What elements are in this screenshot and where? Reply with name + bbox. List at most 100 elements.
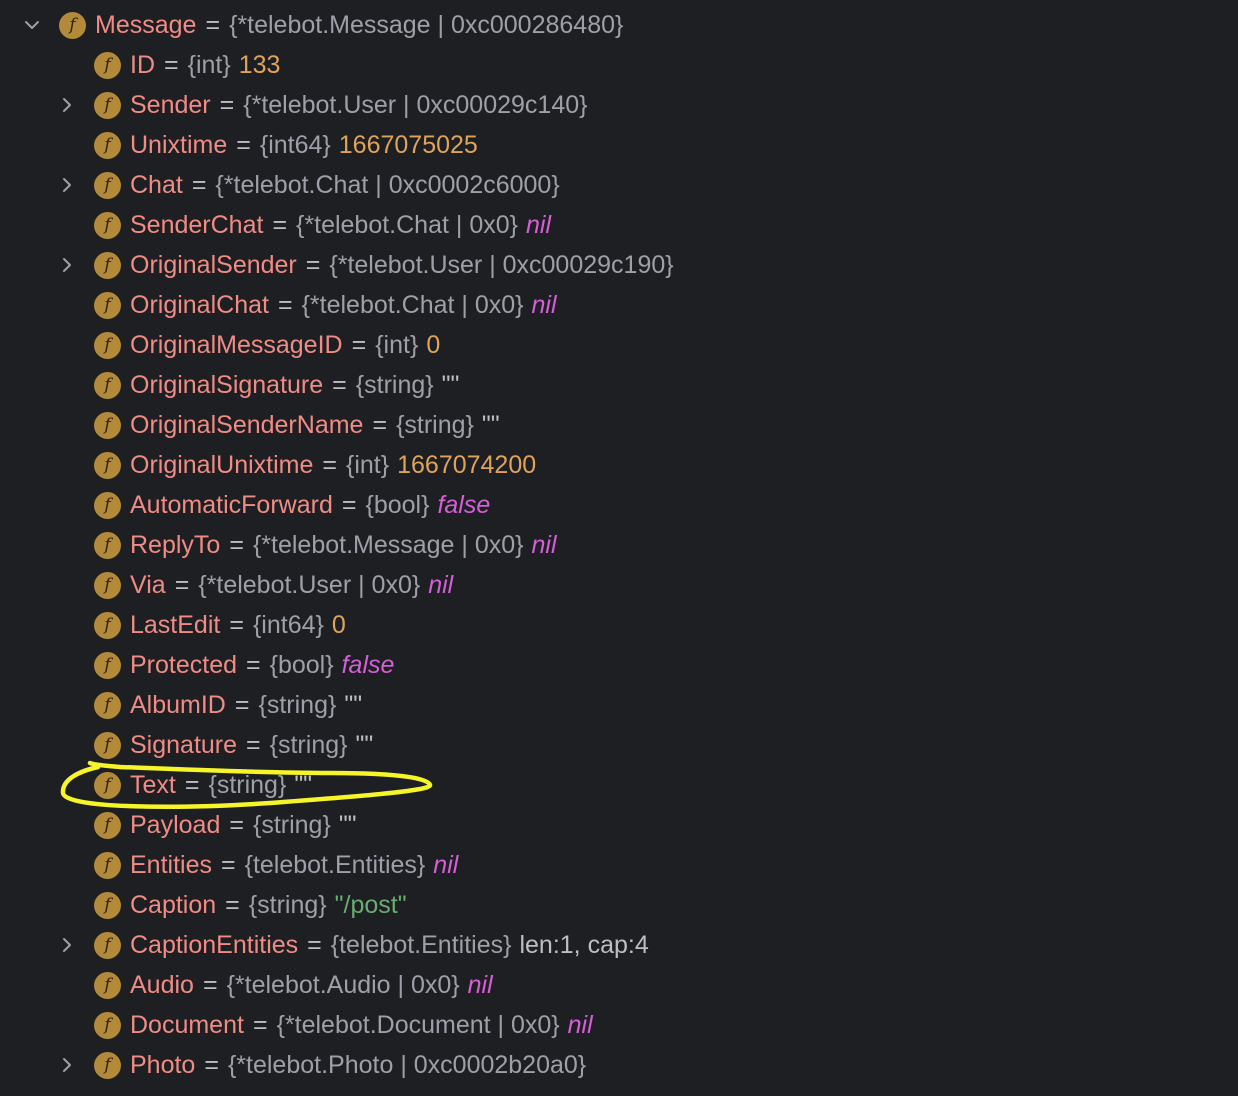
field-value: len:1, cap:4 — [519, 930, 649, 959]
field-name: Text — [130, 770, 176, 799]
field-icon: f — [94, 851, 121, 879]
field-type: {string} — [248, 890, 327, 919]
tree-row-via[interactable]: f Via = {*telebot.User | 0x0} nil — [0, 565, 1238, 605]
equals-sign: = — [305, 250, 321, 279]
equals-sign: = — [246, 730, 261, 759]
field-type: {string} — [258, 690, 337, 719]
field-icon: f — [94, 451, 121, 479]
equals-sign: = — [225, 890, 240, 919]
tree-row-captionentities[interactable]: f CaptionEntities = {telebot.Entities} len:1… — [0, 925, 1238, 965]
field-name: Entities — [130, 850, 212, 879]
tree-row-senderchat[interactable]: f SenderChat = {*telebot.Chat | 0x0} nil — [0, 205, 1238, 245]
equals-sign: = — [277, 290, 293, 319]
tree-row-id[interactable]: f ID = {int} 133 — [0, 45, 1238, 85]
tree-row-originalsignature[interactable]: f OriginalSignature = {string} "" — [0, 365, 1238, 405]
field-icon: f — [94, 411, 121, 439]
field-value: false — [341, 650, 395, 679]
field-value: "" — [338, 810, 357, 839]
chevron-down-icon[interactable] — [20, 13, 44, 37]
field-name: OriginalChat — [130, 290, 269, 319]
equals-sign: = — [246, 650, 261, 679]
tree-row-originalunixtime[interactable]: f OriginalUnixtime = {int} 1667074200 — [0, 445, 1238, 485]
field-icon: f — [94, 91, 121, 119]
field-name: Audio — [130, 970, 194, 999]
field-value: nil — [467, 970, 493, 999]
tree-row-payload[interactable]: f Payload = {string} "" — [0, 805, 1238, 845]
field-value: 133 — [238, 50, 281, 79]
equals-sign: = — [272, 210, 288, 239]
field-value: nil — [531, 530, 557, 559]
field-type: {*telebot.Message | 0xc000286480} — [229, 10, 624, 39]
field-icon: f — [94, 651, 121, 679]
equals-sign: = — [252, 1010, 268, 1039]
equals-sign: = — [164, 50, 179, 79]
equals-sign: = — [229, 610, 244, 639]
field-value: nil — [531, 290, 557, 319]
field-value: "" — [344, 690, 363, 719]
tree-row-caption[interactable]: f Caption = {string} "/post" — [0, 885, 1238, 925]
tree-row-root[interactable]: f Message = {*telebot.Message | 0xc00028… — [0, 5, 1238, 45]
field-name: Unixtime — [130, 130, 228, 159]
field-name: Document — [130, 1010, 244, 1039]
tree-row-sender[interactable]: f Sender = {*telebot.User | 0xc00029c140} — [0, 85, 1238, 125]
field-icon: f — [94, 731, 121, 759]
field-name: OriginalUnixtime — [130, 450, 314, 479]
field-type: {int} — [346, 450, 390, 479]
tree-row-protected[interactable]: f Protected = {bool} false — [0, 645, 1238, 685]
field-value: 0 — [331, 610, 346, 639]
field-name: Chat — [130, 170, 183, 199]
field-value: nil — [525, 210, 551, 239]
field-type: {*telebot.User | 0xc00029c140} — [243, 90, 588, 119]
field-icon: f — [94, 371, 121, 399]
tree-row-lastedit[interactable]: f LastEdit = {int64} 0 — [0, 605, 1238, 645]
equals-sign: = — [191, 170, 207, 199]
field-icon: f — [94, 331, 121, 359]
field-name: CaptionEntities — [130, 930, 299, 959]
chevron-right-icon[interactable] — [55, 1053, 79, 1077]
equals-sign: = — [351, 330, 367, 359]
tree-row-originalmessageid[interactable]: f OriginalMessageID = {int} 0 — [0, 325, 1238, 365]
tree-row-chat[interactable]: f Chat = {*telebot.Chat | 0xc0002c6000} — [0, 165, 1238, 205]
field-icon: f — [94, 1051, 121, 1079]
tree-row-text[interactable]: f Text = {string} "" — [0, 765, 1238, 805]
equals-sign: = — [322, 450, 337, 479]
tree-row-document[interactable]: f Document = {*telebot.Document | 0x0} nil — [0, 1005, 1238, 1045]
chevron-right-icon[interactable] — [55, 933, 79, 957]
field-value: 1667074200 — [397, 450, 537, 479]
field-icon: f — [94, 571, 121, 599]
field-type: {int} — [375, 330, 419, 359]
tree-row-automaticforward[interactable]: f AutomaticForward = {bool} false — [0, 485, 1238, 525]
tree-row-originalsender[interactable]: f OriginalSender = {*telebot.User | 0xc0002… — [0, 245, 1238, 285]
field-type: {string} — [396, 410, 474, 439]
tree-row-signature[interactable]: f Signature = {string} "" — [0, 725, 1238, 765]
field-type: {int64} — [259, 130, 331, 159]
chevron-right-icon[interactable] — [55, 93, 79, 117]
tree-row-originalchat[interactable]: f OriginalChat = {*telebot.Chat | 0x0} nil — [0, 285, 1238, 325]
tree-row-audio[interactable]: f Audio = {*telebot.Audio | 0x0} nil — [0, 965, 1238, 1005]
field-type: {*telebot.User | 0xc00029c190} — [329, 250, 674, 279]
field-type: {*telebot.Photo | 0xc0002b20a0} — [227, 1050, 587, 1079]
tree-row-albumid[interactable]: f AlbumID = {string} "" — [0, 685, 1238, 725]
tree-row-originalsendername[interactable]: f OriginalSenderName = {string} "" — [0, 405, 1238, 445]
field-value: nil — [567, 1010, 593, 1039]
field-name: OriginalSender — [130, 250, 297, 279]
field-value: "" — [355, 730, 374, 759]
field-icon: f — [94, 1011, 121, 1039]
field-name: AlbumID — [130, 690, 226, 719]
field-icon: f — [94, 971, 121, 999]
chevron-right-icon[interactable] — [55, 173, 79, 197]
field-value: 0 — [426, 330, 441, 359]
field-icon: f — [94, 691, 121, 719]
field-name: ReplyTo — [130, 530, 221, 559]
field-name: Caption — [130, 890, 217, 919]
equals-sign: = — [307, 930, 322, 959]
chevron-right-icon[interactable] — [55, 253, 79, 277]
tree-row-entities[interactable]: f Entities = {telebot.Entities} nil — [0, 845, 1238, 885]
tree-row-replyto[interactable]: f ReplyTo = {*telebot.Message | 0x0} nil — [0, 525, 1238, 565]
tree-row-photo[interactable]: f Photo = {*telebot.Photo | 0xc0002b20a0} — [0, 1045, 1238, 1085]
field-icon: f — [94, 771, 121, 799]
field-name: OriginalSenderName — [130, 410, 364, 439]
equals-sign: = — [220, 850, 236, 879]
tree-row-unixtime[interactable]: f Unixtime = {int64} 1667075025 — [0, 125, 1238, 165]
equals-sign: = — [219, 90, 235, 119]
